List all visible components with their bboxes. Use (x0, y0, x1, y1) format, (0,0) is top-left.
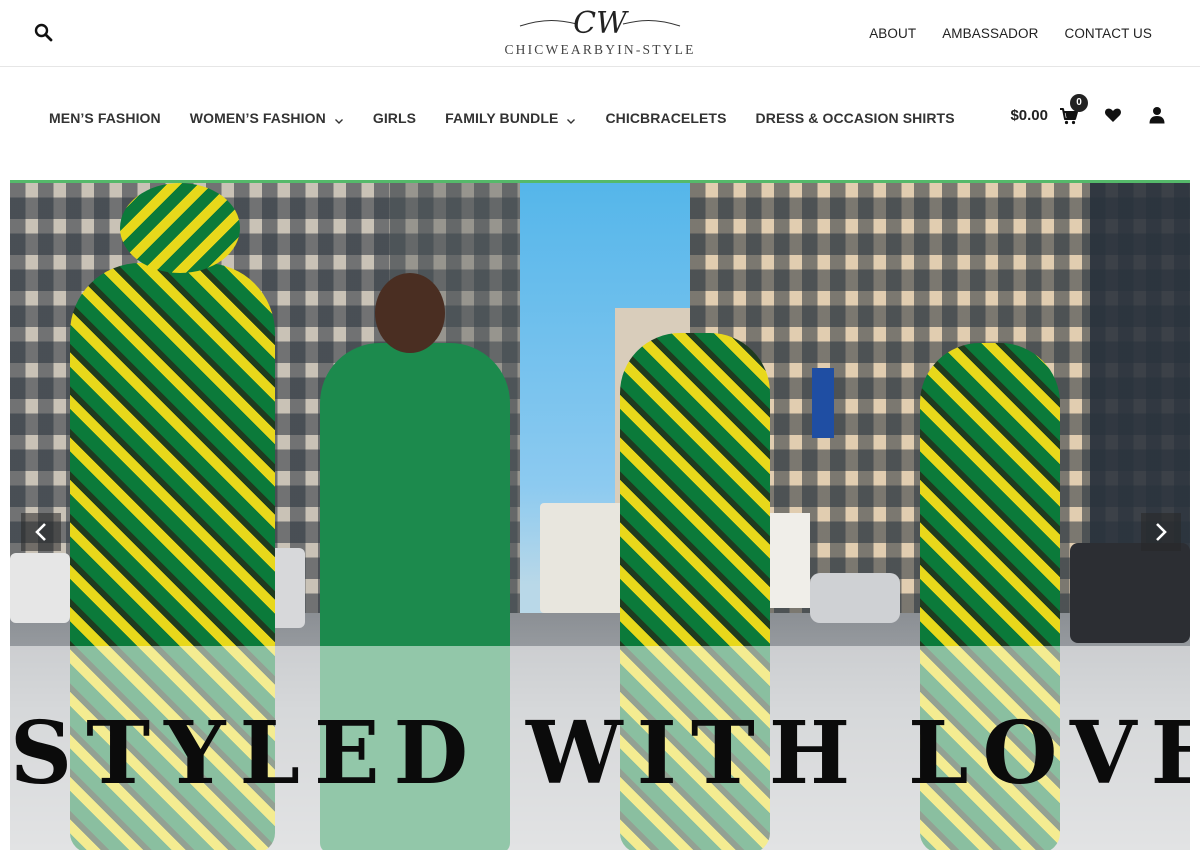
chevron-left-icon (35, 523, 46, 541)
logo-monogram-text: CW (573, 6, 629, 40)
top-link-about[interactable]: ABOUT (869, 26, 916, 41)
nav-item-dress-occasion-shirts[interactable]: DRESS & OCCASION SHIRTS (756, 110, 955, 126)
header-actions: $0.00 0 (1010, 94, 1166, 126)
model-headwrap (120, 183, 240, 273)
main-navigation: MEN’S FASHION WOMEN’S FASHION GIRLS FAMI… (0, 68, 1200, 180)
heart-icon[interactable] (1104, 106, 1122, 124)
logo-monogram: CW (519, 6, 681, 40)
nav-item-chicbracelets[interactable]: CHICBRACELETS (605, 110, 726, 126)
cart-total[interactable]: $0.00 (1010, 107, 1048, 124)
cart-count-badge: 0 (1070, 94, 1088, 112)
bus (540, 503, 630, 613)
slider-next-button[interactable] (1141, 513, 1181, 551)
site-logo[interactable]: CW CHICWEARBYIN-STYLE (500, 6, 700, 62)
top-links: ABOUT AMBASSADOR CONTACT US (869, 26, 1152, 41)
car-dark (1070, 543, 1190, 643)
nav-item-label: MEN’S FASHION (49, 110, 161, 126)
chevron-down-icon (334, 113, 344, 124)
nav-item-girls[interactable]: GIRLS (373, 110, 416, 126)
top-link-ambassador[interactable]: AMBASSADOR (942, 26, 1038, 41)
nav-item-family-bundle[interactable]: FAMILY BUNDLE (445, 110, 576, 126)
car-left (10, 553, 70, 623)
top-link-contact[interactable]: CONTACT US (1064, 26, 1152, 41)
nav-item-womens-fashion[interactable]: WOMEN’S FASHION (190, 110, 344, 126)
logo-text: CHICWEARBYIN-STYLE (504, 42, 696, 57)
nav-item-label: GIRLS (372, 110, 417, 126)
car-silver (810, 573, 900, 623)
nav-item-mens-fashion[interactable]: MEN’S FASHION (49, 110, 161, 126)
hero-slider: STYLED WITH LOVE (10, 180, 1190, 850)
chevron-right-icon (1156, 523, 1167, 541)
hero-headline: STYLED WITH LOVE (10, 703, 1190, 804)
chevron-down-icon (566, 113, 576, 124)
slider-prev-button[interactable] (21, 513, 61, 551)
nav-menu: MEN’S FASHION WOMEN’S FASHION GIRLS FAMI… (49, 110, 984, 126)
user-icon[interactable] (1148, 106, 1166, 124)
nav-item-label: DRESS & OCCASION SHIRTS (755, 110, 955, 126)
street-sign (812, 368, 834, 438)
cart-icon[interactable]: 0 (1058, 94, 1088, 126)
search-icon[interactable] (33, 22, 55, 44)
nav-item-label: WOMEN’S FASHION (189, 110, 326, 126)
nav-item-label: CHICBRACELETS (605, 110, 727, 126)
model-man-head (375, 273, 445, 353)
nav-item-label: FAMILY BUNDLE (445, 110, 559, 126)
top-bar: CW CHICWEARBYIN-STYLE ABOUT AMBASSADOR C… (0, 0, 1200, 67)
